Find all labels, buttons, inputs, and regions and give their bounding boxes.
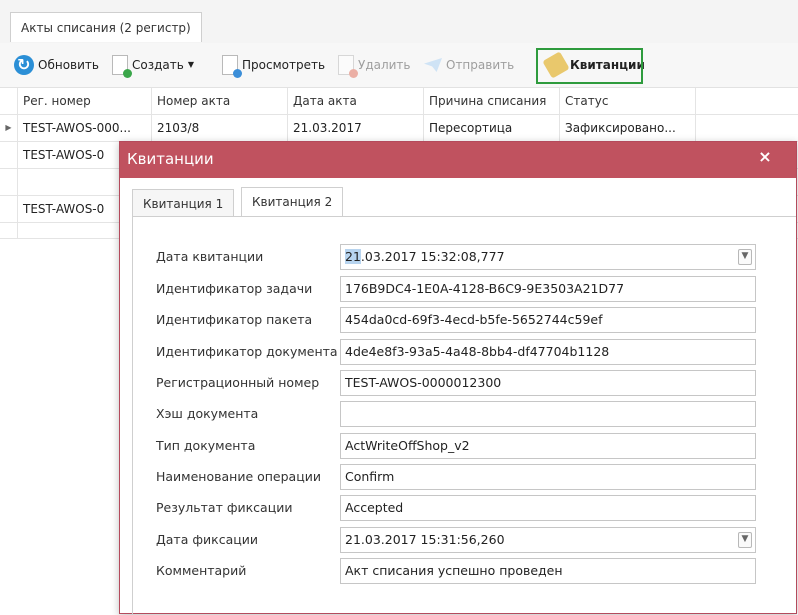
row-marker — [0, 142, 18, 168]
delete-button[interactable]: Удалить — [338, 53, 411, 78]
current-row-indicator: ▶ — [0, 115, 18, 141]
column-header-reg-number[interactable]: Рег. номер — [18, 88, 152, 114]
registration-number-field[interactable]: TEST-AWOS-0000012300 — [340, 370, 756, 396]
chevron-down-icon[interactable]: ▼ — [738, 249, 752, 265]
view-label: Просмотреть — [242, 58, 326, 72]
send-icon — [424, 58, 442, 72]
label-task-id: Идентификатор задачи — [156, 281, 313, 296]
row-marker — [0, 196, 18, 222]
comment-field[interactable]: Акт списания успешно проведен — [340, 558, 756, 584]
fixation-date-value: 21.03.2017 15:31:56,260 — [345, 532, 505, 547]
package-id-field[interactable]: 454da0cd-69f3-4ecd-b5fe-5652744c59ef — [340, 307, 756, 333]
refresh-button[interactable]: Обновить — [14, 53, 99, 77]
delete-label: Удалить — [358, 58, 411, 72]
document-tabstrip: Акты списания (2 регистр) — [0, 0, 798, 43]
label-receipt-date: Дата квитанции — [156, 249, 264, 264]
document-type-field[interactable]: ActWriteOffShop_v2 — [340, 433, 756, 459]
view-button[interactable]: Просмотреть — [222, 53, 326, 78]
new-document-icon — [112, 55, 132, 78]
send-label: Отправить — [446, 58, 515, 72]
label-document-type: Тип документа — [156, 438, 256, 453]
label-registration-number: Регистрационный номер — [156, 375, 320, 390]
receipts-highlight-frame — [536, 48, 643, 84]
cell-reason[interactable]: Пересортица — [424, 115, 560, 141]
receipts-dialog: Квитанции × Квитанция 1 Квитанция 2 Дата… — [119, 141, 797, 615]
cell-status[interactable]: Зафиксировано... — [560, 115, 696, 141]
label-operation-name: Наименование операции — [156, 469, 321, 484]
receipt-date-value: .03.2017 15:32:08,777 — [360, 249, 505, 264]
dialog-header: Квитанции × — [120, 142, 796, 178]
create-label: Создать — [132, 58, 184, 72]
close-icon[interactable]: × — [753, 145, 777, 169]
fixation-result-field[interactable]: Accepted — [340, 495, 756, 521]
delete-document-icon — [338, 55, 358, 78]
grid-header-row: Рег. номер Номер акта Дата акта Причина … — [0, 88, 798, 115]
cell-act-date[interactable]: 21.03.2017 — [288, 115, 424, 141]
dialog-title: Квитанции — [127, 150, 214, 168]
tab-receipt-1[interactable]: Квитанция 1 — [132, 189, 235, 217]
operation-name-field[interactable]: Confirm — [340, 464, 756, 490]
column-header-reason[interactable]: Причина списания — [424, 88, 560, 114]
receipt-date-field[interactable]: 21.03.2017 15:32:08,777 ▼ — [340, 244, 756, 270]
tab-receipt-2[interactable]: Квитанция 2 — [241, 187, 344, 217]
document-id-field[interactable]: 4de4e8f3-93a5-4a48-8bb4-df47704b1128 — [340, 339, 756, 365]
label-package-id: Идентификатор пакета — [156, 312, 313, 327]
view-document-icon — [222, 55, 242, 78]
refresh-icon — [14, 53, 34, 77]
label-fixation-result: Результат фиксации — [156, 500, 293, 515]
document-tab[interactable]: Акты списания (2 регистр) — [10, 12, 202, 42]
send-button[interactable]: Отправить — [424, 53, 514, 77]
table-row[interactable]: ▶ TEST-AWOS-000... 2103/8 21.03.2017 Пер… — [0, 115, 798, 142]
fixation-date-field[interactable]: 21.03.2017 15:31:56,260 ▼ — [340, 527, 756, 553]
label-document-id: Идентификатор документа — [156, 344, 338, 359]
selected-text: 21 — [345, 249, 361, 264]
label-document-hash: Хэш документа — [156, 406, 259, 421]
row-marker-header — [0, 88, 18, 114]
task-id-field[interactable]: 176B9DC4-1E0A-4128-B6C9-9E3503A21D77 — [340, 276, 756, 302]
cell-act-number[interactable]: 2103/8 — [152, 115, 288, 141]
column-header-act-date[interactable]: Дата акта — [288, 88, 424, 114]
document-hash-field[interactable] — [340, 401, 756, 427]
refresh-label: Обновить — [38, 58, 99, 72]
column-header-act-number[interactable]: Номер акта — [152, 88, 288, 114]
toolbar: Обновить Создать ▼ Просмотреть Удалить О… — [0, 43, 798, 88]
row-marker — [0, 223, 18, 239]
chevron-down-icon: ▼ — [187, 60, 194, 69]
chevron-down-icon[interactable]: ▼ — [738, 532, 752, 548]
create-button[interactable]: Создать ▼ — [112, 53, 194, 78]
row-marker — [0, 169, 18, 195]
cell-reg-number[interactable]: TEST-AWOS-000... — [18, 115, 152, 141]
label-fixation-date: Дата фиксации — [156, 532, 258, 547]
column-header-status[interactable]: Статус — [560, 88, 696, 114]
label-comment: Комментарий — [156, 563, 247, 578]
